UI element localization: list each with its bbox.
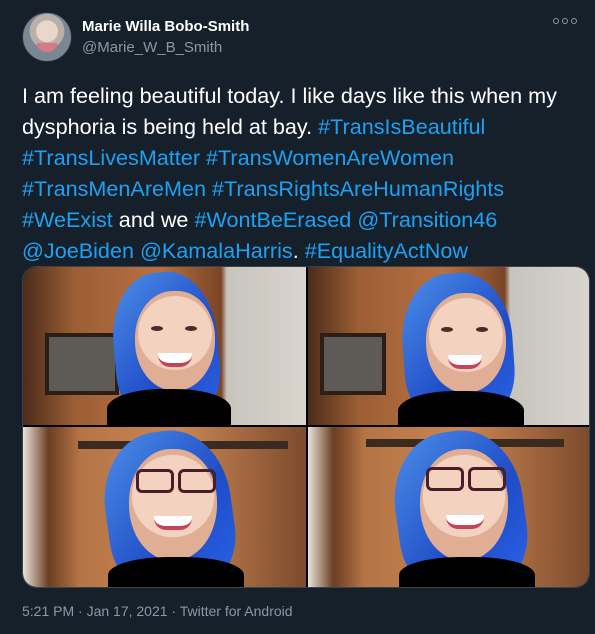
photo-4[interactable]	[308, 427, 589, 587]
smile	[154, 516, 192, 530]
face	[420, 449, 508, 561]
tweet-text-segment: and we	[112, 207, 195, 232]
black-top	[107, 389, 231, 425]
profile-avatar[interactable]	[22, 12, 72, 62]
glasses-lens	[136, 469, 174, 493]
black-top	[399, 557, 535, 587]
tweet-link[interactable]: #TransWomenAreWomen	[206, 145, 454, 170]
tweet-text-segment: .	[292, 238, 305, 263]
wall-frame	[320, 333, 386, 395]
black-top	[108, 557, 244, 587]
more-dot-icon	[562, 18, 568, 24]
tweet-link[interactable]: #WontBeErased	[194, 207, 351, 232]
tweet-link[interactable]: @Transition46	[357, 207, 497, 232]
tweet-link[interactable]: @JoeBiden	[22, 238, 134, 263]
eye	[185, 326, 197, 331]
tweet-card: Marie Willa Bobo-Smith @Marie_W_B_Smith …	[0, 0, 595, 634]
tweet-timestamp[interactable]: 5:21 PM · Jan 17, 2021 · Twitter for And…	[22, 603, 293, 619]
display-name[interactable]: Marie Willa Bobo-Smith	[82, 18, 249, 35]
glasses-lens	[178, 469, 216, 493]
eye	[476, 327, 488, 332]
smile	[446, 515, 484, 529]
wall-frame	[45, 333, 119, 395]
glasses-lens	[426, 467, 464, 491]
glasses-lens	[468, 467, 506, 491]
tweet-link[interactable]: @KamalaHarris	[140, 238, 293, 263]
username-handle[interactable]: @Marie_W_B_Smith	[82, 39, 222, 56]
eye	[151, 326, 163, 331]
photo-1[interactable]	[23, 267, 306, 425]
tweet-link[interactable]: #TransMenAreMen	[22, 176, 206, 201]
media-grid	[22, 266, 590, 588]
face	[129, 449, 217, 561]
more-dot-icon	[571, 18, 577, 24]
black-top	[398, 391, 524, 425]
tweet-link[interactable]: #WeExist	[22, 207, 113, 232]
face	[426, 293, 506, 393]
tweet-link[interactable]: #TransIsBeautiful	[318, 114, 485, 139]
face	[135, 291, 215, 391]
tweet-link[interactable]: #EqualityActNow	[305, 238, 468, 263]
tweet-text: I am feeling beautiful today. I like day…	[22, 80, 577, 266]
more-dot-icon	[553, 18, 559, 24]
eye	[441, 327, 453, 332]
more-options-icon[interactable]	[553, 18, 577, 24]
photo-3[interactable]	[23, 427, 306, 587]
photo-2[interactable]	[308, 267, 589, 425]
tweet-link[interactable]: #TransRightsAreHumanRights	[212, 176, 504, 201]
tweet-link[interactable]: #TransLivesMatter	[22, 145, 200, 170]
